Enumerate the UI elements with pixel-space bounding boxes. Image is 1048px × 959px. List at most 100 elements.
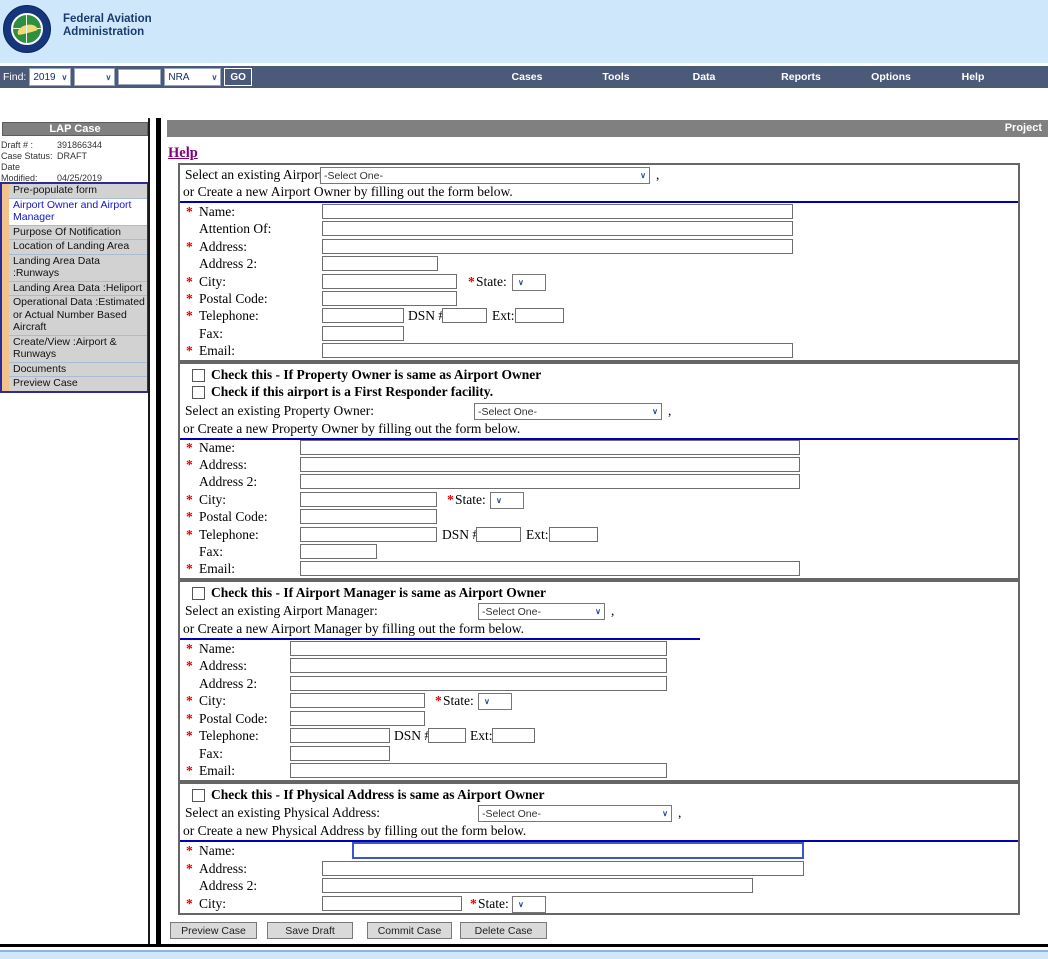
manager-same-checkbox[interactable] bbox=[192, 587, 205, 600]
physical-address-input[interactable] bbox=[322, 861, 804, 876]
name-label: Name: bbox=[199, 204, 235, 220]
menu-reports[interactable]: Reports bbox=[781, 71, 821, 83]
owner-address-input[interactable] bbox=[322, 239, 793, 254]
find-search-input[interactable] bbox=[118, 69, 161, 85]
owner-email-input[interactable] bbox=[322, 343, 793, 358]
date-modified-label: Date Modified: bbox=[1, 162, 57, 184]
airport-owner-section: Select an existing Airport Owner: -Selec… bbox=[178, 163, 1020, 362]
property-same-checkbox[interactable] bbox=[192, 369, 205, 382]
owner-dsn-input[interactable] bbox=[442, 308, 487, 323]
manager-postal-input[interactable] bbox=[290, 711, 425, 726]
menu-help[interactable]: Help bbox=[962, 71, 985, 83]
agency-name: Federal Aviation Administration bbox=[63, 13, 152, 39]
manager-city-input[interactable] bbox=[290, 693, 425, 708]
manager-email-input[interactable] bbox=[290, 763, 667, 778]
owner-postal-input[interactable] bbox=[322, 291, 457, 306]
first-responder-checkbox-row: Check if this airport is a First Respond… bbox=[192, 384, 493, 400]
physical-address-select[interactable]: -Select One-∨ bbox=[478, 805, 672, 822]
owner-name-input[interactable] bbox=[322, 204, 793, 219]
owner-fax-input[interactable] bbox=[322, 326, 404, 341]
sidebar-item-landing-area-runways[interactable]: Landing Area Data :Runways bbox=[2, 255, 147, 282]
address2-label: Address 2: bbox=[199, 878, 257, 894]
menu-options[interactable]: Options bbox=[871, 71, 911, 83]
property-ext-input[interactable] bbox=[549, 527, 598, 542]
sidebar-item-prepopulate-form[interactable]: Pre-populate form bbox=[2, 184, 147, 199]
physical-same-checkbox-row: Check this - If Physical Address is same… bbox=[192, 787, 545, 803]
physical-address2-input[interactable] bbox=[322, 878, 753, 893]
property-email-input[interactable] bbox=[300, 561, 800, 576]
owner-address2-input[interactable] bbox=[322, 256, 438, 271]
owner-attention-input[interactable] bbox=[322, 221, 793, 236]
airport-owner-select[interactable]: -Select One-∨ bbox=[320, 167, 650, 184]
faa-seal-icon bbox=[3, 5, 49, 51]
item-strip bbox=[2, 296, 9, 336]
sidebar-item-purpose-of-notification[interactable]: Purpose Of Notification bbox=[2, 226, 147, 241]
email-label: Email: bbox=[199, 561, 235, 577]
item-strip bbox=[2, 282, 9, 297]
menu-tools[interactable]: Tools bbox=[602, 71, 629, 83]
required-marker: * bbox=[186, 711, 193, 727]
property-fax-input[interactable] bbox=[300, 544, 377, 559]
delete-case-button[interactable]: Delete Case bbox=[460, 922, 547, 939]
find-type-select[interactable]: NRA∨ bbox=[164, 68, 221, 86]
owner-state-select[interactable]: ∨ bbox=[512, 274, 546, 291]
manager-dsn-input[interactable] bbox=[428, 728, 466, 743]
property-postal-input[interactable] bbox=[300, 509, 437, 524]
project-header: Project bbox=[167, 120, 1048, 137]
property-telephone-input[interactable] bbox=[300, 527, 437, 542]
property-dsn-input[interactable] bbox=[476, 527, 521, 542]
commit-case-button[interactable]: Commit Case bbox=[367, 922, 452, 939]
chevron-down-icon: ∨ bbox=[516, 278, 526, 287]
address2-label: Address 2: bbox=[199, 474, 257, 490]
fax-label: Fax: bbox=[199, 746, 223, 762]
manager-address-input[interactable] bbox=[290, 658, 667, 673]
property-name-input[interactable] bbox=[300, 440, 800, 455]
attention-label: Attention Of: bbox=[199, 221, 271, 237]
owner-ext-input[interactable] bbox=[515, 308, 564, 323]
physical-city-input[interactable] bbox=[322, 896, 462, 911]
address-label: Address: bbox=[199, 658, 247, 674]
state-label: State: bbox=[476, 274, 507, 290]
required-marker: * bbox=[186, 693, 193, 709]
sidebar-item-documents[interactable]: Documents bbox=[2, 363, 147, 378]
preview-case-button[interactable]: Preview Case bbox=[170, 922, 257, 939]
required-marker: * bbox=[186, 861, 193, 877]
sidebar-item-landing-area-heliport[interactable]: Landing Area Data :Heliport bbox=[2, 282, 147, 297]
manager-fax-input[interactable] bbox=[290, 746, 390, 761]
required-marker: * bbox=[186, 896, 193, 912]
chevron-down-icon: ∨ bbox=[482, 697, 492, 706]
manager-telephone-input[interactable] bbox=[290, 728, 390, 743]
airport-manager-select[interactable]: -Select One-∨ bbox=[478, 603, 605, 620]
find-year-select[interactable]: 2019∨ bbox=[29, 68, 71, 86]
physical-same-checkbox[interactable] bbox=[192, 789, 205, 802]
sidebar-item-airport-owner-manager[interactable]: Airport Owner and Airport Manager bbox=[2, 199, 147, 226]
manager-name-input[interactable] bbox=[290, 641, 667, 656]
property-owner-select[interactable]: -Select One-∨ bbox=[474, 403, 662, 420]
city-label: City: bbox=[199, 896, 226, 912]
property-city-input[interactable] bbox=[300, 492, 437, 507]
name-label: Name: bbox=[199, 440, 235, 456]
property-address-input[interactable] bbox=[300, 457, 800, 472]
physical-state-select[interactable]: ∨ bbox=[512, 896, 546, 913]
property-state-select[interactable]: ∨ bbox=[490, 492, 524, 509]
owner-city-input[interactable] bbox=[322, 274, 457, 289]
manager-state-select[interactable]: ∨ bbox=[478, 693, 512, 710]
menu-data[interactable]: Data bbox=[693, 71, 716, 83]
physical-name-input[interactable] bbox=[352, 842, 804, 859]
city-label: City: bbox=[199, 274, 226, 290]
go-button[interactable]: GO bbox=[224, 68, 252, 86]
save-draft-button[interactable]: Save Draft bbox=[267, 922, 353, 939]
find-region-select[interactable]: ∨ bbox=[74, 68, 115, 86]
manager-ext-input[interactable] bbox=[492, 728, 535, 743]
manager-address2-input[interactable] bbox=[290, 676, 667, 691]
first-responder-checkbox[interactable] bbox=[192, 386, 205, 399]
help-link[interactable]: Help bbox=[168, 145, 198, 162]
menu-cases[interactable]: Cases bbox=[512, 71, 543, 83]
property-address2-input[interactable] bbox=[300, 474, 800, 489]
sidebar-item-preview-case[interactable]: Preview Case bbox=[2, 377, 147, 391]
sidebar-item-location-of-landing-area[interactable]: Location of Landing Area bbox=[2, 240, 147, 255]
owner-telephone-input[interactable] bbox=[322, 308, 404, 323]
create-manager-text: or Create a new Airport Manager by filli… bbox=[183, 621, 524, 637]
sidebar-item-operational-data[interactable]: Operational Data :Estimated or Actual Nu… bbox=[2, 296, 147, 336]
sidebar-item-create-view-airport-runways[interactable]: Create/View :Airport & Runways bbox=[2, 336, 147, 363]
